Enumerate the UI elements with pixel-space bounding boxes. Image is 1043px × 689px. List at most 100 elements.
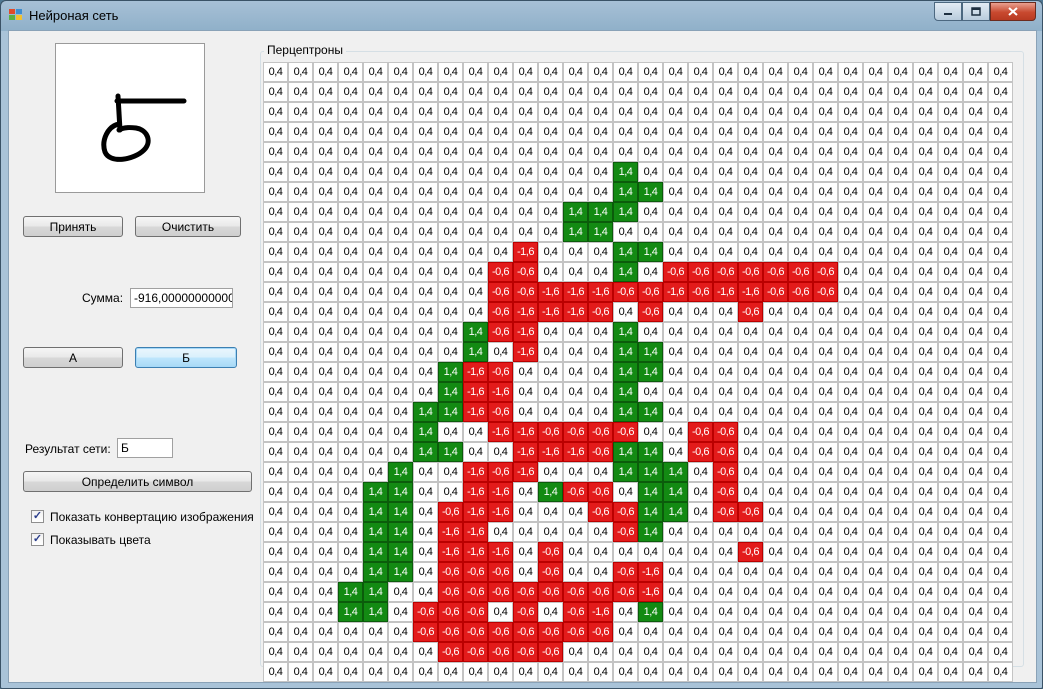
perceptron-cell: 0,4: [938, 242, 963, 262]
perceptron-cell: 0,4: [838, 502, 863, 522]
perceptron-cell: 0,4: [263, 562, 288, 582]
perceptron-cell: 0,4: [738, 402, 763, 422]
perceptron-cell: 0,4: [513, 222, 538, 242]
perceptron-cell: 0,4: [738, 222, 763, 242]
perceptron-cell: 0,4: [988, 642, 1013, 662]
perceptron-cell: 0,4: [963, 142, 988, 162]
perceptron-cell: 0,4: [863, 402, 888, 422]
perceptron-cell: 0,4: [513, 62, 538, 82]
perceptron-cell: 0,4: [413, 342, 438, 362]
drawing-canvas[interactable]: [55, 43, 205, 193]
perceptron-cell: 0,4: [588, 642, 613, 662]
class-a-button[interactable]: А: [23, 347, 123, 368]
minimize-button[interactable]: [934, 2, 962, 21]
show-conversion-checkbox[interactable]: ✓: [31, 510, 44, 523]
perceptron-cell: 0,4: [838, 122, 863, 142]
perceptron-cell: 0,4: [913, 662, 938, 682]
perceptron-cell: 0,4: [988, 662, 1013, 682]
perceptron-cell: 0,4: [413, 222, 438, 242]
perceptron-cell: 0,4: [338, 102, 363, 122]
recognize-button[interactable]: Определить символ: [23, 471, 252, 492]
perceptron-cell: 0,4: [413, 502, 438, 522]
perceptron-cell: 0,4: [388, 102, 413, 122]
perceptron-cell: 0,4: [363, 662, 388, 682]
perceptron-cell: 0,4: [338, 442, 363, 462]
perceptron-cell: 0,4: [538, 362, 563, 382]
perceptron-cell: -0,6: [613, 582, 638, 602]
clear-button[interactable]: Очистить: [135, 216, 241, 237]
perceptron-cell: 0,4: [288, 422, 313, 442]
perceptron-cell: 0,4: [638, 662, 663, 682]
perceptron-cell: 0,4: [388, 642, 413, 662]
result-field[interactable]: Б: [117, 438, 173, 458]
perceptron-cell: 0,4: [413, 562, 438, 582]
perceptron-cell: 0,4: [863, 162, 888, 182]
perceptron-cell: 0,4: [963, 342, 988, 362]
perceptron-cell: 0,4: [963, 202, 988, 222]
perceptron-cell: 0,4: [913, 302, 938, 322]
perceptron-cell: -0,6: [538, 622, 563, 642]
perceptron-cell: 0,4: [563, 322, 588, 342]
perceptron-cell: 0,4: [313, 302, 338, 322]
perceptron-cell: 0,4: [738, 322, 763, 342]
perceptron-cell: 0,4: [838, 582, 863, 602]
perceptron-cell: -0,6: [588, 502, 613, 522]
perceptron-cell: 0,4: [563, 122, 588, 142]
perceptron-cell: 0,4: [538, 182, 563, 202]
maximize-button[interactable]: [962, 2, 990, 21]
perceptron-cell: 0,4: [713, 202, 738, 222]
perceptron-cell: -0,6: [563, 482, 588, 502]
perceptron-cell: 0,4: [713, 402, 738, 422]
perceptron-cell: 0,4: [438, 342, 463, 362]
client-area: Принять Очистить Сумма: -916,00000000000…: [8, 30, 1037, 683]
perceptron-cell: 0,4: [813, 462, 838, 482]
perceptron-cell: 0,4: [888, 442, 913, 462]
perceptron-cell: 0,4: [813, 322, 838, 342]
perceptron-cell: 0,4: [788, 582, 813, 602]
perceptron-cell: 0,4: [763, 82, 788, 102]
perceptron-cell: 0,4: [888, 382, 913, 402]
perceptron-cell: 0,4: [713, 102, 738, 122]
perceptron-cell: 0,4: [488, 142, 513, 162]
perceptron-cell: 0,4: [538, 322, 563, 342]
perceptron-cell: 0,4: [488, 182, 513, 202]
perceptron-cell: -1,6: [488, 482, 513, 502]
perceptron-cell: 0,4: [363, 62, 388, 82]
perceptron-cell: 0,4: [938, 302, 963, 322]
perceptron-cell: 0,4: [738, 182, 763, 202]
sum-field[interactable]: -916,000000000002: [130, 288, 233, 308]
perceptron-cell: 0,4: [288, 242, 313, 262]
perceptron-cell: 0,4: [338, 462, 363, 482]
perceptron-cell: 0,4: [388, 322, 413, 342]
title-bar[interactable]: Нейроная сеть: [1, 1, 1042, 29]
perceptron-cell: -0,6: [488, 462, 513, 482]
perceptron-cell: 0,4: [288, 362, 313, 382]
perceptron-cell: 0,4: [763, 182, 788, 202]
perceptron-cell: 0,4: [638, 82, 663, 102]
perceptron-cell: -0,6: [688, 262, 713, 282]
perceptron-cell: 0,4: [288, 582, 313, 602]
perceptron-cell: 0,4: [813, 602, 838, 622]
perceptron-cell: 0,4: [513, 142, 538, 162]
perceptron-cell: 0,4: [363, 342, 388, 362]
perceptron-cell: 0,4: [988, 282, 1013, 302]
perceptron-cell: 0,4: [938, 402, 963, 422]
perceptron-cell: 1,4: [638, 402, 663, 422]
perceptron-cell: 0,4: [363, 162, 388, 182]
perceptron-cell: -1,6: [513, 242, 538, 262]
show-colors-checkbox[interactable]: ✓: [31, 533, 44, 546]
perceptron-cell: 0,4: [288, 442, 313, 462]
accept-button[interactable]: Принять: [23, 216, 123, 237]
perceptron-cell: 0,4: [963, 482, 988, 502]
perceptron-cell: 0,4: [313, 262, 338, 282]
perceptron-cell: 0,4: [938, 282, 963, 302]
perceptron-cell: 0,4: [813, 582, 838, 602]
close-button[interactable]: [990, 2, 1036, 21]
perceptron-cell: 0,4: [788, 202, 813, 222]
perceptron-cell: 1,4: [338, 582, 363, 602]
perceptron-cell: -0,6: [488, 362, 513, 382]
class-b-button[interactable]: Б: [135, 347, 237, 368]
perceptron-cell: 0,4: [263, 642, 288, 662]
perceptron-cell: 0,4: [763, 122, 788, 142]
perceptron-cell: 0,4: [813, 302, 838, 322]
